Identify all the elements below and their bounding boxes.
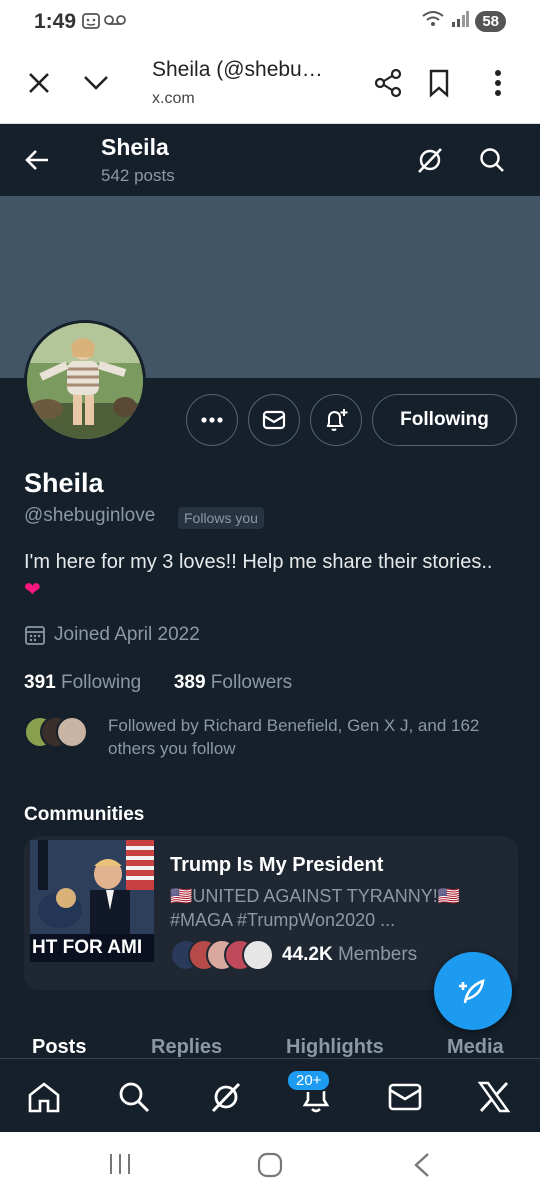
followed-by-avatars [24, 716, 94, 748]
envelope-icon [262, 410, 286, 430]
header-post-count: 542 posts [101, 166, 175, 185]
following-button[interactable]: Following [372, 394, 517, 446]
followed-by-text: Followed by Richard Benefield, Gen X J, … [108, 716, 480, 758]
profile-bio: I'm here for my 3 loves!! Help me share … [24, 548, 504, 604]
message-button[interactable] [248, 394, 300, 446]
followed-by[interactable]: Followed by Richard Benefield, Gen X J, … [24, 714, 524, 760]
community-member-avatars [170, 939, 274, 971]
calendar-icon [25, 626, 45, 645]
bell-plus-icon [326, 409, 348, 431]
profile-header-bar: Sheila 542 posts [0, 124, 540, 196]
community-name: Trump Is My President [170, 854, 384, 876]
communities-heading: Communities [24, 804, 145, 825]
notify-button[interactable] [310, 394, 362, 446]
grok-icon[interactable] [416, 146, 444, 179]
bottom-nav: 20+ [0, 1058, 540, 1132]
search-icon[interactable] [478, 146, 506, 179]
battery-indicator: 58 [475, 11, 506, 32]
bio-text: I'm here for my 3 loves!! Help me share … [24, 551, 493, 573]
avatar[interactable] [24, 320, 146, 442]
tab-highlights[interactable]: Highlights [286, 1036, 384, 1059]
community-member-count: 44.2K [282, 944, 333, 965]
community-image: HT FOR AMI [30, 840, 154, 962]
profile-handle: @shebuginlove [24, 505, 156, 526]
heart-emoji: ❤ [24, 579, 41, 601]
bookmark-icon[interactable] [428, 68, 450, 103]
follow-stats: 391 Following 389 Followers [24, 672, 292, 694]
avatar [242, 939, 274, 971]
more-options-button[interactable] [186, 394, 238, 446]
header-name: Sheila [101, 134, 169, 160]
status-right: 58 [421, 10, 506, 33]
joined-text: Joined April 2022 [54, 624, 200, 645]
community-member-label: Members [337, 944, 418, 965]
grok-icon[interactable] [206, 1077, 246, 1117]
screenshot-icon [82, 13, 100, 33]
avatar [56, 716, 88, 748]
following-stat[interactable]: 391 Following [24, 672, 141, 693]
following-label: Following [60, 672, 142, 693]
compose-button[interactable] [434, 952, 512, 1030]
back-button-icon[interactable] [412, 1152, 432, 1183]
browser-url[interactable]: x.com [152, 90, 195, 108]
compose-feather-icon [459, 979, 485, 1004]
search-icon[interactable] [114, 1077, 154, 1117]
browser-toolbar: Sheila (@shebu… x.com [0, 44, 540, 124]
status-bar: 1:49 58 [0, 0, 540, 44]
community-image-text: HT FOR AMI [30, 934, 154, 962]
joined-date: Joined April 2022 [24, 624, 200, 646]
followers-count: 389 [173, 672, 206, 693]
home-icon[interactable] [24, 1077, 64, 1117]
signal-icon [451, 11, 470, 32]
share-icon[interactable] [374, 68, 402, 103]
tab-media[interactable]: Media [447, 1036, 504, 1059]
messages-envelope-icon[interactable] [385, 1077, 425, 1117]
browser-page-title: Sheila (@shebu… [152, 58, 323, 81]
voicemail-icon [104, 13, 126, 30]
community-description: 🇺🇸UNITED AGAINST TYRANNY!🇺🇸 #MAGA #Trump… [170, 886, 461, 930]
tab-replies[interactable]: Replies [151, 1036, 222, 1059]
followers-label: Followers [210, 672, 293, 693]
notifications-badge: 20+ [286, 1069, 332, 1092]
follows-you-badge: Follows you [178, 507, 264, 529]
close-icon[interactable] [26, 70, 52, 101]
back-arrow-icon[interactable] [24, 148, 50, 177]
recent-apps-icon[interactable] [108, 1152, 132, 1181]
following-count: 391 [24, 672, 56, 693]
x-logo-icon[interactable] [474, 1077, 514, 1117]
system-nav-bar [0, 1132, 540, 1200]
profile-display-name: Sheila [24, 468, 104, 498]
tab-posts[interactable]: Posts [32, 1036, 86, 1059]
home-button-icon[interactable] [257, 1152, 283, 1183]
more-horizontal-icon [201, 417, 223, 423]
more-vertical-icon[interactable] [494, 68, 502, 103]
chevron-down-icon[interactable] [82, 74, 110, 97]
status-time: 1:49 [34, 10, 77, 33]
community-members: 44.2K Members [282, 944, 417, 966]
wifi-icon [421, 10, 445, 33]
followers-stat[interactable]: 389 Followers [174, 672, 292, 693]
